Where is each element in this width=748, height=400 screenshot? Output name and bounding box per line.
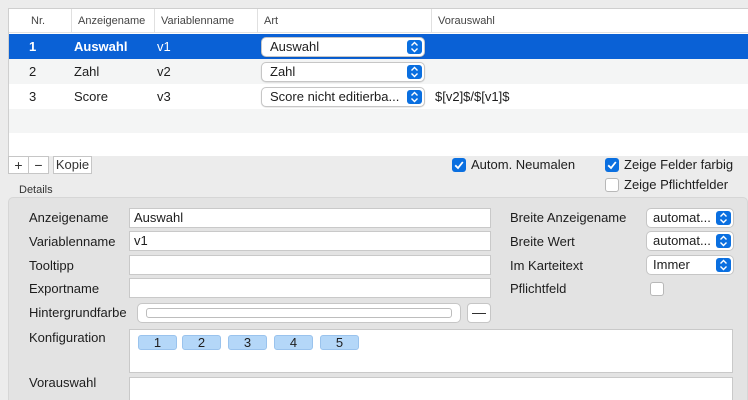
konfiguration-label: Konfiguration	[29, 330, 106, 345]
pflichtfeld-label: Pflichtfeld	[510, 281, 567, 296]
variablenname-field[interactable]: v1	[129, 231, 491, 251]
checkmark-icon	[452, 158, 466, 172]
art-popup[interactable]: Zahl	[261, 62, 425, 82]
konfiguration-token-field[interactable]: 1 2 3 4 5	[129, 329, 733, 373]
fields-table: Nr. Anzeigename Variablenname Art Voraus…	[8, 8, 748, 156]
breite-anzeigename-popup[interactable]: automat...	[646, 208, 734, 228]
chevron-updown-icon	[716, 258, 731, 272]
vorauswahl-field[interactable]	[129, 377, 733, 400]
row-nr: 3	[29, 89, 37, 104]
row-anzeigename: Auswahl	[74, 39, 128, 54]
breite-wert-value: automat...	[653, 233, 711, 248]
row-anzeigename: Zahl	[74, 64, 100, 79]
row-variablenname: v1	[157, 39, 171, 54]
anzeigename-field[interactable]: Auswahl	[129, 208, 491, 228]
exportname-field[interactable]	[129, 278, 491, 298]
config-token[interactable]: 3	[228, 335, 267, 350]
tooltipp-field[interactable]	[129, 255, 491, 275]
im-karteitext-popup[interactable]: Immer	[646, 255, 734, 275]
breite-wert-popup[interactable]: automat...	[646, 231, 734, 251]
breite-anzeigename-label: Breite Anzeigename	[510, 210, 627, 225]
table-row[interactable]: 1 Auswahl v1 Auswahl	[9, 34, 748, 59]
chevron-updown-icon	[716, 234, 731, 248]
im-karteitext-label: Im Karteitext	[510, 258, 583, 273]
chevron-updown-icon	[716, 211, 731, 225]
anzeigename-label: Anzeigename	[29, 210, 109, 225]
row-nr: 2	[29, 64, 37, 79]
row-variablenname: v3	[157, 89, 171, 104]
header-variablenname[interactable]: Variablenname	[154, 9, 258, 33]
details-section-title: Details	[19, 184, 53, 196]
header-anzeigename[interactable]: Anzeigename	[71, 9, 155, 33]
art-popup-value: Score nicht editierba...	[270, 89, 400, 104]
row-nr: 1	[29, 39, 37, 54]
art-popup[interactable]: Score nicht editierba...	[261, 87, 425, 107]
empty-row	[9, 109, 748, 133]
checkmark-icon	[605, 158, 619, 172]
pflichtfeld-checkbox[interactable]	[650, 282, 664, 296]
row-vorauswahl: $[v2]$/$[v1]$	[435, 89, 510, 104]
table-header: Nr. Anzeigename Variablenname Art Voraus…	[9, 9, 748, 33]
breite-anzeigename-value: automat...	[653, 210, 711, 225]
chevron-updown-icon	[407, 40, 422, 54]
chevron-updown-icon	[407, 65, 422, 79]
header-art[interactable]: Art	[257, 9, 433, 33]
art-popup-value: Auswahl	[270, 39, 320, 54]
zeige-pflichtfelder-label: Zeige Pflichtfelder	[624, 177, 729, 192]
header-nr[interactable]: Nr.	[25, 9, 45, 33]
im-karteitext-value: Immer	[653, 257, 690, 272]
header-vorauswahl[interactable]: Vorauswahl	[431, 9, 748, 33]
zeige-felder-farbig-label: Zeige Felder farbig	[624, 157, 734, 172]
table-row[interactable]: 2 Zahl v2 Zahl	[9, 59, 748, 84]
art-popup-value: Zahl	[270, 64, 296, 79]
variablenname-label: Variablenname	[29, 234, 116, 249]
copy-button[interactable]: Kopie	[53, 156, 92, 174]
row-anzeigename: Score	[74, 89, 108, 104]
config-token[interactable]: 5	[320, 335, 359, 350]
breite-wert-label: Breite Wert	[510, 234, 575, 249]
table-row[interactable]: 3 Score v3 Score nicht editierba... $[v2…	[9, 84, 748, 109]
vorauswahl-label: Vorauswahl	[29, 375, 97, 390]
chevron-updown-icon	[407, 90, 422, 104]
add-button[interactable]: +	[8, 156, 29, 174]
hintergrundfarbe-label: Hintergrundfarbe	[29, 305, 127, 320]
color-swatch	[146, 308, 452, 318]
config-token[interactable]: 2	[182, 335, 221, 350]
config-token[interactable]: 4	[274, 335, 313, 350]
exportname-label: Exportname	[29, 281, 100, 296]
autom-neumalen-label: Autom. Neumalen	[471, 157, 576, 172]
config-token[interactable]: 1	[138, 335, 177, 350]
remove-button[interactable]: −	[28, 156, 49, 174]
hintergrundfarbe-color-well[interactable]	[137, 303, 461, 323]
tooltipp-label: Tooltipp	[29, 258, 74, 273]
art-popup[interactable]: Auswahl	[261, 37, 425, 57]
clear-color-button[interactable]: —	[467, 303, 491, 323]
row-variablenname: v2	[157, 64, 171, 79]
checkbox-empty-icon	[605, 178, 619, 192]
